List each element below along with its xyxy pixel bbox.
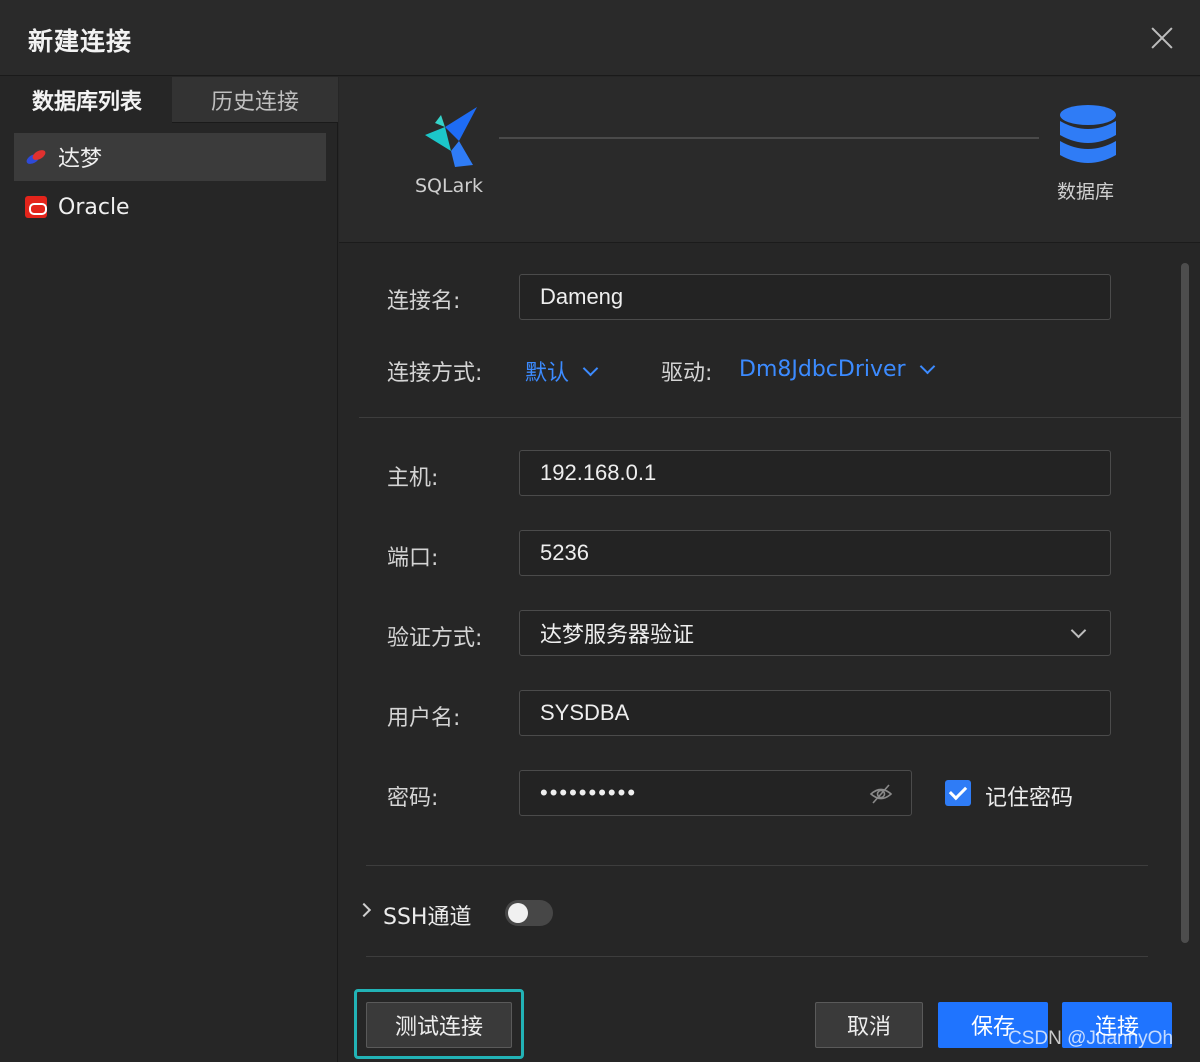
database-list-panel: 数据库列表 历史连接 达梦 Oracle: [2, 77, 338, 1062]
watermark: CSDN @JuannyOh: [1008, 1028, 1174, 1049]
chevron-right-icon[interactable]: [356, 902, 372, 918]
database-item-dameng[interactable]: 达梦: [14, 133, 326, 181]
port-input[interactable]: 5236: [519, 530, 1111, 576]
password-value: ••••••••••: [540, 780, 638, 805]
database-item-oracle[interactable]: Oracle: [14, 183, 326, 231]
left-tabs: 数据库列表 历史连接: [2, 77, 338, 123]
title-bar: 新建连接: [0, 0, 1200, 76]
database-item-label: 达梦: [58, 147, 103, 172]
database-list: 达梦 Oracle: [14, 133, 326, 233]
driver-select[interactable]: Dm8JdbcDriver: [739, 357, 935, 382]
host-input[interactable]: 192.168.0.1: [519, 450, 1111, 496]
connection-line: [499, 137, 1039, 139]
tab-history-connections[interactable]: 历史连接: [172, 77, 338, 123]
cancel-button[interactable]: 取消: [815, 1002, 923, 1048]
chevron-down-icon: [919, 358, 935, 375]
port-label: 端口:: [387, 546, 439, 571]
driver-value: Dm8JdbcDriver: [739, 357, 906, 382]
username-label: 用户名:: [387, 706, 461, 731]
ssh-tunnel-label: SSH通道: [383, 905, 472, 930]
test-connection-button[interactable]: 测试连接: [366, 1002, 512, 1048]
connection-flow-header: SQLark 数据库: [339, 77, 1200, 243]
dameng-icon: [24, 145, 48, 169]
connection-method-value: 默认: [525, 361, 570, 386]
connection-name-value: Dameng: [540, 284, 624, 309]
connection-name-input[interactable]: Dameng: [519, 274, 1111, 320]
password-input[interactable]: ••••••••••: [519, 770, 912, 816]
database-item-label: Oracle: [58, 194, 130, 220]
auth-method-label: 验证方式:: [387, 626, 483, 651]
connection-method-label: 连接方式:: [387, 361, 483, 386]
password-label: 密码:: [387, 786, 439, 811]
connection-method-select[interactable]: 默认: [525, 355, 599, 387]
tab-database-list[interactable]: 数据库列表: [2, 77, 172, 123]
chevron-down-icon: [1070, 622, 1087, 639]
new-connection-dialog: 新建连接 数据库列表 历史连接 达梦 Oracle SQLark 数据库 连接名…: [0, 0, 1200, 1062]
database-label: 数据库: [1057, 181, 1115, 203]
username-value: SYSDBA: [540, 700, 630, 725]
auth-method-select[interactable]: 达梦服务器验证: [519, 610, 1111, 656]
sqlark-label: SQLark: [415, 175, 484, 197]
section-divider: [359, 417, 1181, 418]
close-icon[interactable]: [1148, 24, 1176, 52]
chevron-down-icon: [582, 360, 599, 376]
scrollbar[interactable]: [1181, 263, 1189, 943]
ssh-tunnel-toggle[interactable]: [505, 900, 553, 926]
driver-label: 驱动:: [661, 361, 713, 386]
eye-off-icon[interactable]: [869, 783, 893, 805]
host-value: 192.168.0.1: [540, 460, 657, 485]
section-divider: [366, 865, 1148, 866]
section-divider: [366, 956, 1148, 957]
connection-name-label: 连接名:: [387, 289, 461, 314]
remember-password-checkbox[interactable]: [945, 780, 971, 806]
remember-password-label: 记住密码: [985, 786, 1074, 811]
oracle-icon: [24, 195, 48, 219]
sqlark-logo-icon: [425, 107, 477, 167]
dialog-title: 新建连接: [28, 27, 133, 56]
auth-method-value: 达梦服务器验证: [540, 622, 695, 647]
host-label: 主机:: [387, 466, 439, 491]
username-input[interactable]: SYSDBA: [519, 690, 1111, 736]
database-icon: [1060, 105, 1116, 163]
connection-form-panel: SQLark 数据库 连接名: Dameng 连接方式: 默认 驱动: Dm8J…: [339, 77, 1200, 1062]
port-value: 5236: [540, 540, 589, 565]
